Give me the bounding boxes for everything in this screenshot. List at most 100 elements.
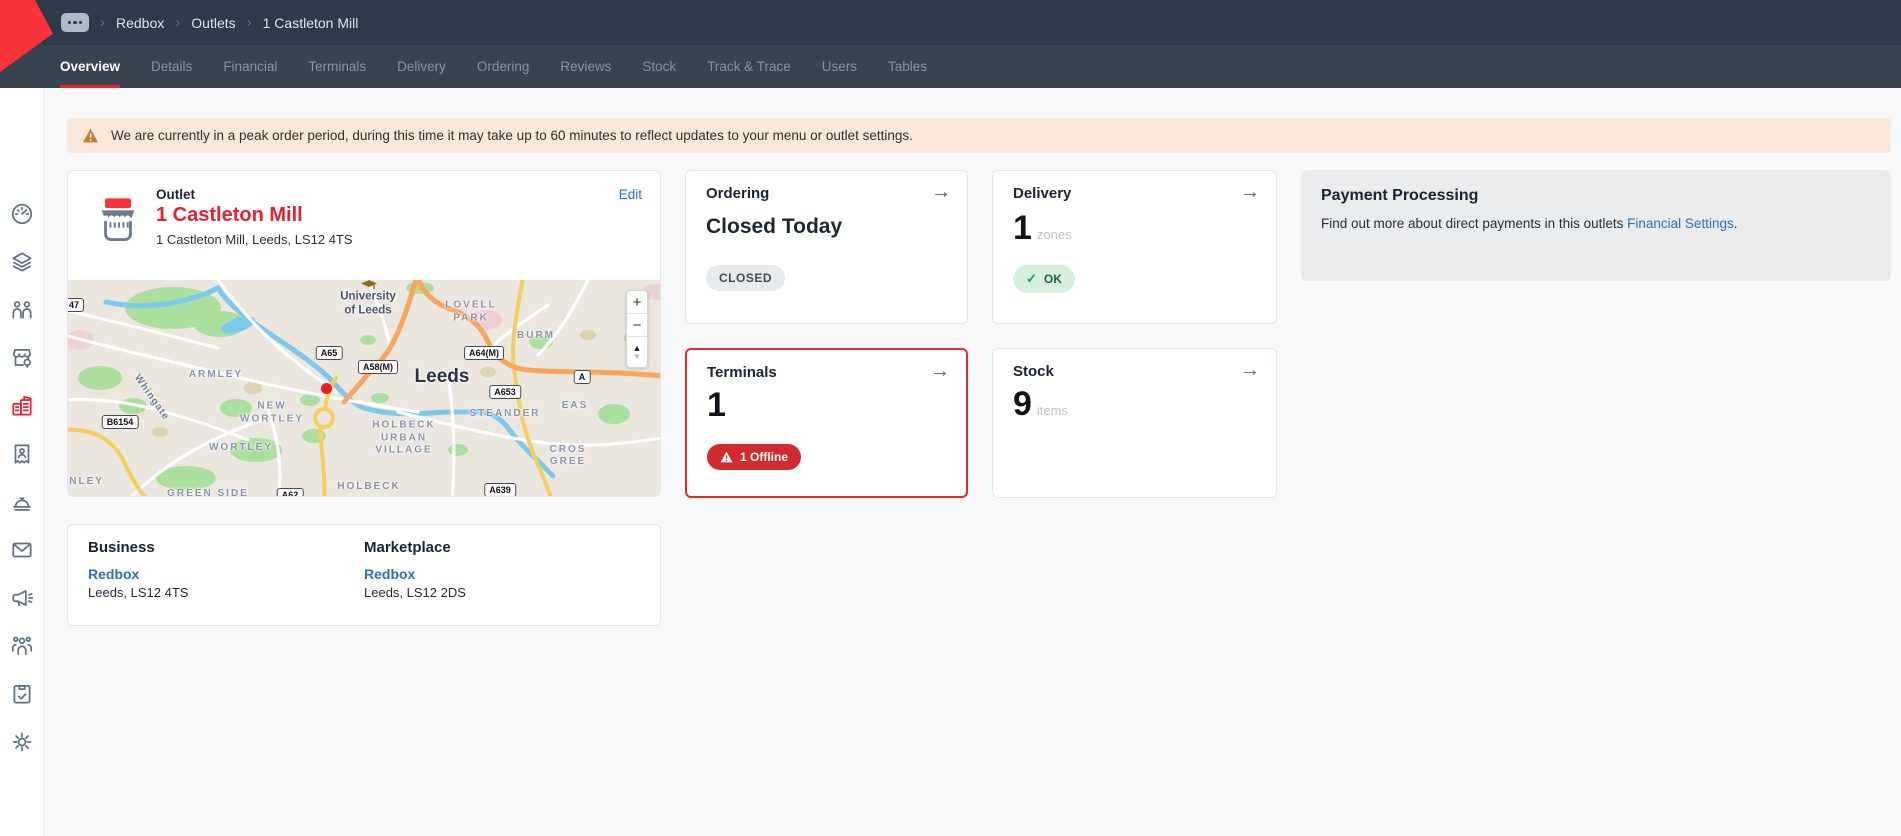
tab-ordering[interactable]: Ordering bbox=[477, 45, 530, 88]
arrow-right-icon[interactable]: → bbox=[931, 181, 951, 204]
receipt-contact-icon[interactable] bbox=[9, 441, 35, 467]
map-label: STEANDER bbox=[469, 408, 540, 421]
map-label: HOLBECK bbox=[337, 481, 400, 494]
layers-icon[interactable] bbox=[9, 249, 35, 275]
app-root: › Redbox › Outlets › 1 Castleton Mill Ov… bbox=[0, 0, 1901, 836]
warning-triangle-icon bbox=[720, 451, 733, 463]
road-badge: 47 bbox=[68, 298, 84, 312]
stock-unit: items bbox=[1037, 403, 1068, 418]
stock-count: 9 bbox=[1013, 385, 1031, 424]
tab-reviews[interactable]: Reviews bbox=[560, 45, 611, 88]
arrow-right-icon[interactable]: → bbox=[1240, 181, 1260, 204]
service-bell-icon[interactable] bbox=[9, 489, 35, 515]
terminals-card[interactable]: Terminals → 1 1 Offline bbox=[685, 348, 968, 498]
breadcrumb-item-outlets[interactable]: Outlets bbox=[191, 15, 235, 31]
delivery-unit: zones bbox=[1037, 227, 1072, 242]
map-label: ARMLEY bbox=[189, 369, 243, 382]
offline-badge-label: 1 Offline bbox=[740, 450, 788, 464]
chevron-right-icon: › bbox=[175, 14, 180, 31]
terminals-count-row: 1 bbox=[707, 386, 725, 425]
outlet-label: Outlet bbox=[156, 187, 195, 202]
map-zoom-in-button[interactable]: + bbox=[627, 291, 647, 314]
marketplace-title: Marketplace bbox=[364, 539, 451, 556]
road-badge: A639 bbox=[484, 483, 516, 497]
outlet-tabbar: Overview Details Financial Terminals Del… bbox=[0, 45, 1901, 88]
settings-gear-icon[interactable] bbox=[9, 729, 35, 755]
map-label: HOLBECK URBAN VILLAGE bbox=[372, 419, 435, 457]
ordering-status: Closed Today bbox=[706, 215, 842, 239]
outlet-location-marker bbox=[321, 383, 332, 394]
delivery-count: 1 bbox=[1013, 209, 1031, 248]
chevron-right-icon: › bbox=[100, 14, 105, 31]
apps-menu-button[interactable] bbox=[61, 13, 89, 32]
chevron-right-icon: › bbox=[247, 14, 252, 31]
storefront-pin-icon[interactable] bbox=[9, 345, 35, 371]
delivery-card-title: Delivery bbox=[1013, 185, 1071, 202]
delivery-card[interactable]: Delivery → 1 zones ✓ OK bbox=[992, 170, 1277, 324]
ordering-card[interactable]: Ordering → Closed Today CLOSED bbox=[685, 170, 968, 324]
stock-card[interactable]: Stock → 9 items bbox=[992, 348, 1277, 498]
road-badge: A65 bbox=[316, 346, 343, 360]
business-title: Business bbox=[88, 539, 155, 556]
payment-card-title: Payment Processing bbox=[1321, 187, 1478, 205]
tab-tables[interactable]: Tables bbox=[888, 45, 927, 88]
clipboard-check-icon[interactable] bbox=[9, 681, 35, 707]
tab-overview[interactable]: Overview bbox=[60, 45, 120, 88]
dashboard-gauge-icon[interactable] bbox=[9, 201, 35, 227]
business-marketplace-card: Business Redbox Leeds, LS12 4TS Marketpl… bbox=[67, 524, 661, 626]
business-address: Leeds, LS12 4TS bbox=[88, 585, 188, 600]
arrow-right-icon[interactable]: → bbox=[930, 360, 950, 383]
payment-processing-card: Payment Processing Find out more about d… bbox=[1301, 170, 1891, 281]
delivery-count-row: 1 zones bbox=[1013, 209, 1072, 248]
tab-financial[interactable]: Financial bbox=[223, 45, 277, 88]
ok-badge: ✓ OK bbox=[1013, 265, 1075, 293]
mail-icon[interactable] bbox=[9, 537, 35, 563]
tab-stock[interactable]: Stock bbox=[642, 45, 676, 88]
map-zoom-out-button[interactable]: − bbox=[627, 314, 647, 337]
map-label: GREE bbox=[550, 456, 586, 469]
tab-details[interactable]: Details bbox=[151, 45, 192, 88]
outlet-name: 1 Castleton Mill bbox=[156, 204, 303, 227]
compass-down-icon: ▼ bbox=[633, 353, 641, 361]
team-icon[interactable] bbox=[9, 633, 35, 659]
road-badge: A62 bbox=[277, 488, 304, 497]
marketplace-link[interactable]: Redbox bbox=[364, 566, 415, 582]
payment-text-suffix: . bbox=[1734, 216, 1738, 231]
map-label: University of Leeds bbox=[340, 290, 396, 319]
outlets-buildings-icon[interactable] bbox=[9, 393, 35, 419]
breadcrumb-item-redbox[interactable]: Redbox bbox=[116, 15, 164, 31]
tab-delivery[interactable]: Delivery bbox=[397, 45, 446, 88]
map-label-city: Leeds bbox=[415, 365, 470, 389]
road-badge: B6154 bbox=[102, 415, 139, 429]
tab-users[interactable]: Users bbox=[822, 45, 857, 88]
map-label: LOVELL PARK bbox=[445, 300, 496, 325]
app-sidebar bbox=[0, 88, 44, 836]
map-label: NEW WORTLEY bbox=[240, 401, 304, 426]
map-controls: + − ▲ ▼ bbox=[626, 290, 648, 368]
tab-track-trace[interactable]: Track & Trace bbox=[707, 45, 791, 88]
map-compass-button[interactable]: ▲ ▼ bbox=[627, 337, 647, 367]
map-label: RNLEY bbox=[68, 476, 104, 489]
peak-period-banner: We are currently in a peak order period,… bbox=[67, 118, 1891, 153]
map-label: CROS bbox=[550, 444, 587, 457]
financial-settings-link[interactable]: Financial Settings bbox=[1627, 216, 1734, 231]
megaphone-icon[interactable] bbox=[9, 585, 35, 611]
outlet-map[interactable]: University of Leeds LOVELL PARK BURM Lee… bbox=[68, 280, 661, 497]
edit-outlet-link[interactable]: Edit bbox=[619, 187, 642, 202]
road-badge: A64(M) bbox=[464, 346, 504, 360]
payment-card-body: Find out more about direct payments in t… bbox=[1321, 216, 1737, 231]
partners-people-icon[interactable] bbox=[9, 297, 35, 323]
road-badge: A653 bbox=[489, 385, 521, 399]
outlet-address: 1 Castleton Mill, Leeds, LS12 4TS bbox=[156, 232, 353, 247]
offline-badge: 1 Offline bbox=[707, 444, 801, 470]
map-label: EAS bbox=[562, 400, 589, 413]
road-badge: A58(M) bbox=[358, 360, 398, 374]
storefront-icon bbox=[92, 193, 144, 245]
banner-message: We are currently in a peak order period,… bbox=[111, 128, 913, 143]
breadcrumb-item-current: 1 Castleton Mill bbox=[263, 15, 359, 31]
arrow-right-icon[interactable]: → bbox=[1240, 359, 1260, 382]
business-link[interactable]: Redbox bbox=[88, 566, 139, 582]
stock-count-row: 9 items bbox=[1013, 385, 1068, 424]
marketplace-address: Leeds, LS12 2DS bbox=[364, 585, 466, 600]
tab-terminals[interactable]: Terminals bbox=[308, 45, 366, 88]
